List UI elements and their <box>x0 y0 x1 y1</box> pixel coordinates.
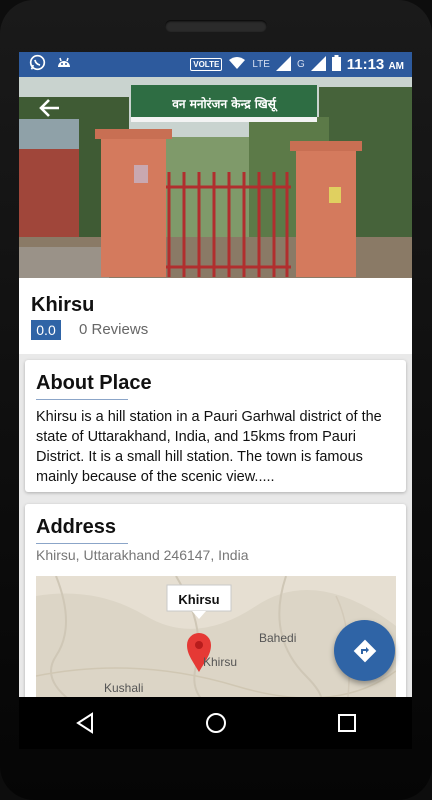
reviews-link[interactable]: 0 Reviews <box>79 321 148 338</box>
whatsapp-icon <box>29 54 46 76</box>
place-hero-image: वन मनोरंजन केन्द्र खिर्सू <box>19 77 412 278</box>
place-info: Khirsu 0.0 0 Reviews <box>19 278 412 354</box>
status-bar: VOLTE LTE G 11:13 AM <box>19 52 412 77</box>
address-title-underline <box>36 543 128 544</box>
about-card: About Place Khirsu is a hill station in … <box>25 360 406 492</box>
wifi-icon <box>228 56 246 73</box>
hero-illustration: वन मनोरंजन केन्द्र खिर्सू <box>19 77 412 278</box>
nav-home-button[interactable] <box>196 703 236 743</box>
circle-home-icon <box>205 713 226 733</box>
clock-ampm: AM <box>388 61 404 72</box>
about-text: Khirsu is a hill station in a Pauri Garh… <box>36 409 382 485</box>
address-text: Khirsu, Uttarakhand 246147, India <box>36 547 249 563</box>
nav-back-button[interactable] <box>65 703 105 743</box>
map-label-bahedi: Bahedi <box>259 631 296 645</box>
phone-speaker <box>165 20 267 32</box>
hero-sign-text: वन मनोरंजन केन्द्र खिर्सू <box>171 97 278 112</box>
arrow-left-icon <box>39 99 59 117</box>
triangle-back-icon <box>75 712 93 734</box>
network-label-2: G <box>296 59 305 70</box>
signal-icon-2 <box>310 55 326 74</box>
volte-badge: VOLTE <box>190 58 223 71</box>
map-marker-label: Khirsu <box>178 592 219 607</box>
rating-badge: 0.0 <box>31 320 61 340</box>
nav-recents-button[interactable] <box>327 703 367 743</box>
back-button[interactable] <box>37 95 63 121</box>
directions-icon <box>353 639 376 662</box>
battery-icon <box>331 55 341 74</box>
android-icon <box>56 55 72 74</box>
signal-icon <box>275 55 291 74</box>
place-name: Khirsu <box>31 294 95 316</box>
about-title-underline <box>36 399 128 400</box>
clock-time: 11:13 <box>346 56 385 73</box>
about-title: About Place <box>36 372 152 394</box>
square-recents-icon <box>337 714 356 732</box>
clock: 11:13 AM <box>347 56 404 73</box>
network-label: LTE <box>252 59 270 70</box>
map-label-kushali: Kushali <box>104 681 143 695</box>
address-title: Address <box>36 516 117 538</box>
directions-button[interactable] <box>334 620 395 681</box>
app-screen: VOLTE LTE G 11:13 AM वन मनोरंजन केन्द्र … <box>19 52 412 749</box>
map-label-khirsu: Khirsu <box>203 655 237 669</box>
system-nav-bar <box>19 697 412 749</box>
